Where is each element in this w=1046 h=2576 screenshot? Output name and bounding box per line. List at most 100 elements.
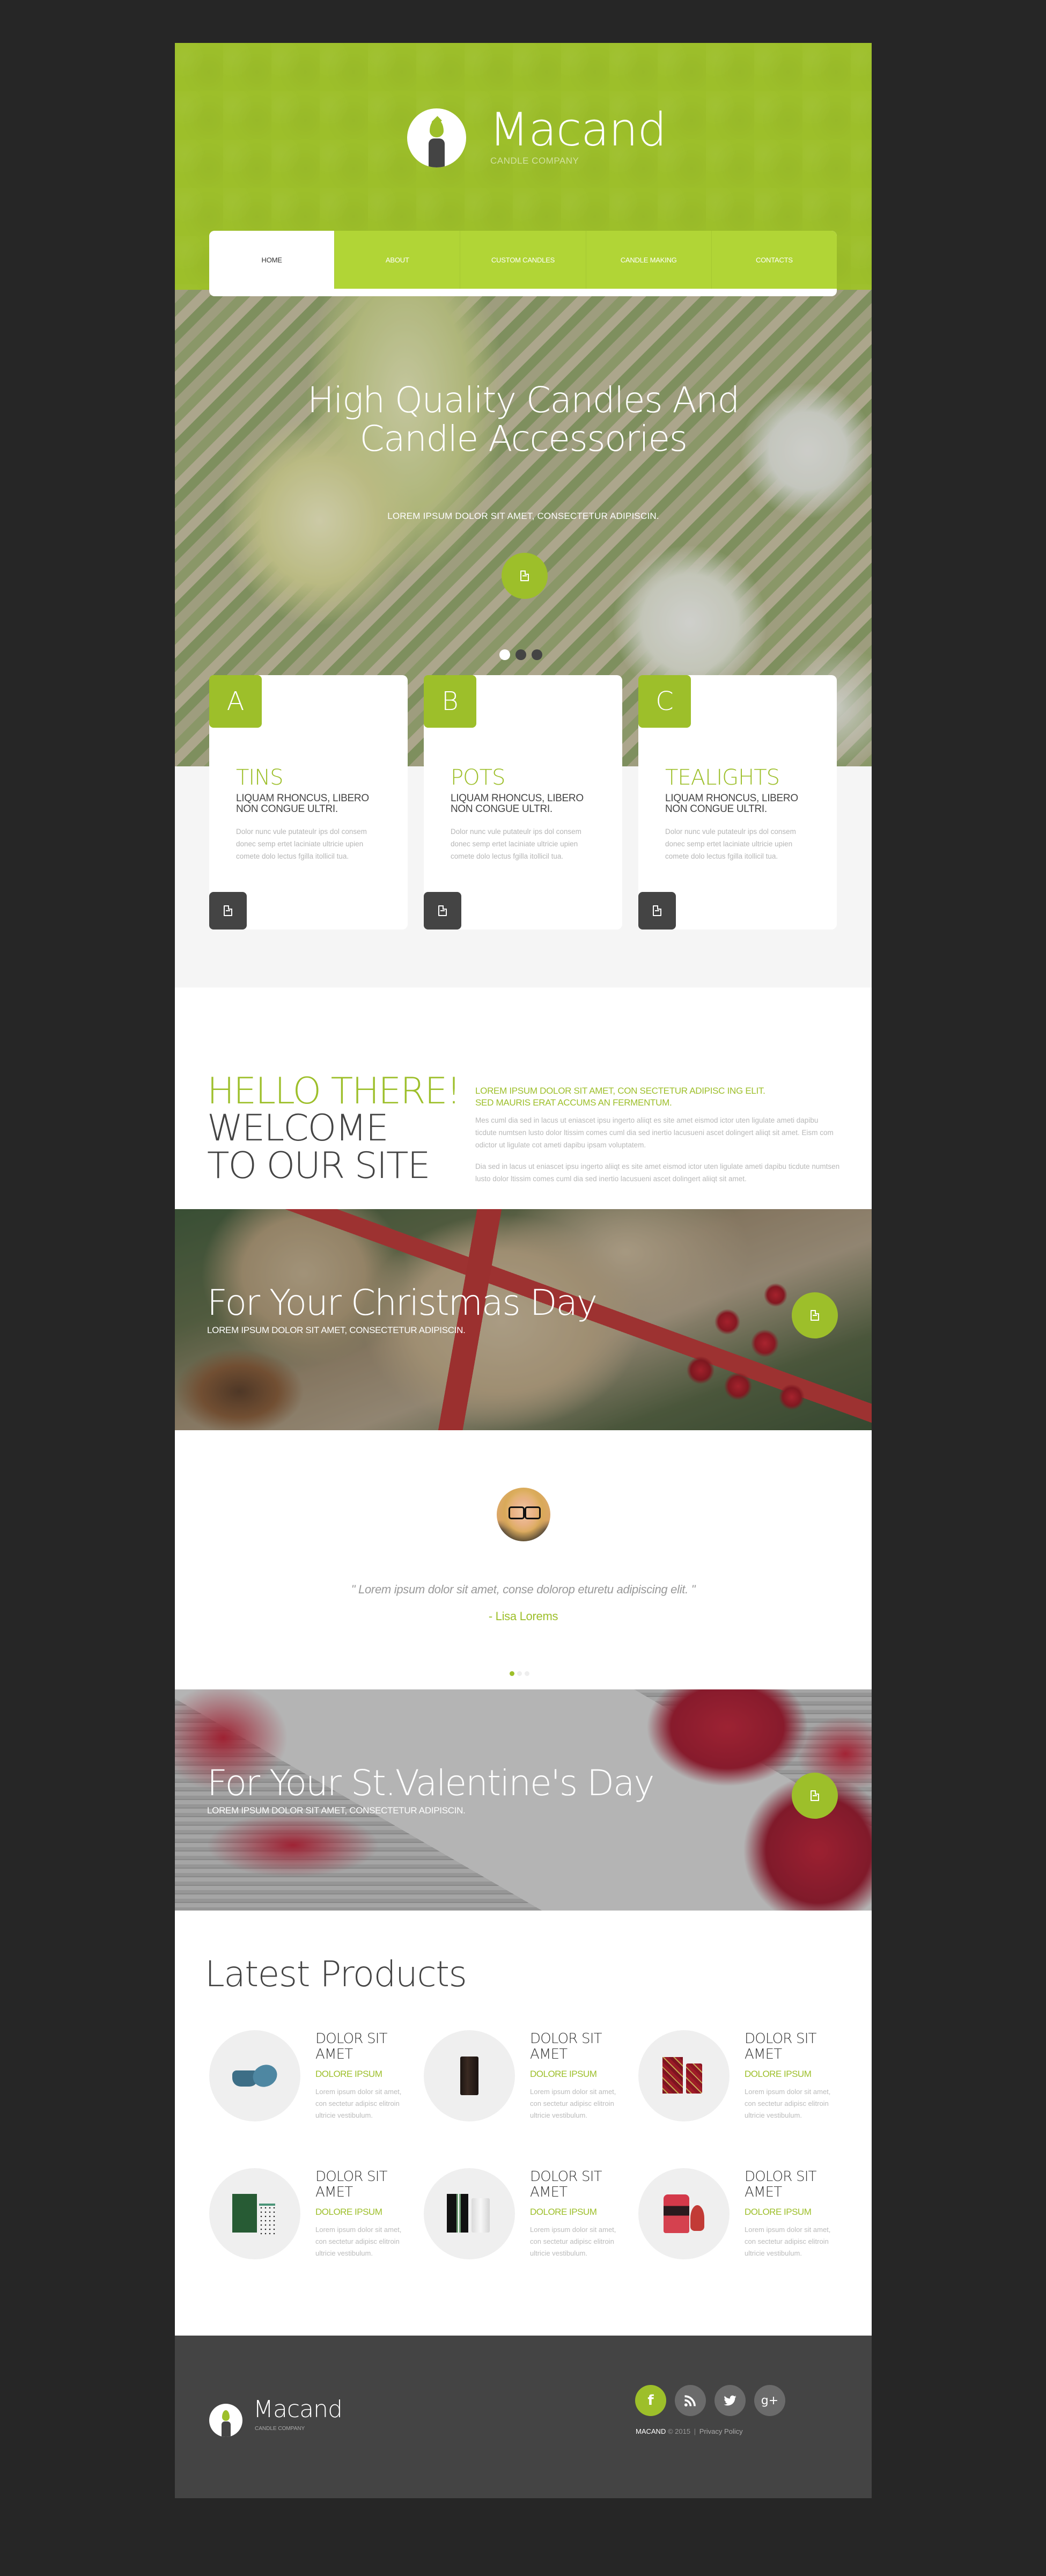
welcome-heading: WELCOME TO OUR SITE bbox=[207, 1110, 465, 1185]
card-letter-badge: A bbox=[209, 675, 262, 728]
welcome-section: HELLO THERE! WELCOME TO OUR SITE LOREM I… bbox=[175, 987, 872, 1209]
site-footer: Macand CANDLE COMPANY f g+ MACAND © 2015… bbox=[175, 2336, 872, 2498]
testimonial-dot-1[interactable] bbox=[510, 1671, 514, 1676]
product-name[interactable]: DOLOR SIT AMET bbox=[530, 2031, 621, 2062]
card-subtitle: LIQUAM RHONCUS, LIBERO NON CONGUE ULTRI. bbox=[451, 793, 584, 815]
google-plus-icon: g+ bbox=[761, 2394, 779, 2407]
product-item: DOLOR SIT AMET DOLORE IPSUM Lorem ipsum … bbox=[424, 2030, 633, 2138]
brand-name: Macand bbox=[489, 103, 667, 157]
product-description: Lorem ipsum dolor sit amet, con sectetur… bbox=[530, 2088, 616, 2119]
welcome-heading-line3: TO OUR SITE bbox=[207, 1145, 431, 1187]
testimonial-quote: " Lorem ipsum dolor sit amet, conse dolo… bbox=[351, 1583, 696, 1596]
green-box-candle-image bbox=[232, 2194, 277, 2235]
welcome-paragraph-1: Mes cuml dia sed in lacus ut eniascet ip… bbox=[475, 1116, 834, 1149]
card-subtitle: LIQUAM RHONCUS, LIBERO NON CONGUE ULTRI. bbox=[665, 793, 798, 815]
hero-title: High Quality Candles And Candle Accessor… bbox=[175, 381, 872, 458]
feature-card-tins: A TINS LIQUAM RHONCUS, LIBERO NON CONGUE… bbox=[209, 675, 408, 930]
document-icon bbox=[520, 570, 529, 581]
welcome-heading-accent: HELLO THERE! bbox=[207, 1070, 461, 1113]
hero-title-line2: Candle Accessories bbox=[359, 418, 688, 459]
product-image[interactable] bbox=[424, 2030, 515, 2121]
slider-dot-3[interactable] bbox=[532, 649, 542, 660]
hero-title-line1: High Quality Candles And bbox=[307, 379, 740, 421]
card-letter-badge: C bbox=[638, 675, 691, 728]
candle-shape bbox=[222, 2421, 231, 2437]
slider-dot-2[interactable] bbox=[515, 649, 526, 660]
card-more-button[interactable] bbox=[638, 892, 676, 930]
product-category: DOLORE IPSUM bbox=[745, 2207, 812, 2217]
logo[interactable]: Macand CANDLE COMPANY bbox=[407, 103, 697, 172]
card-title: TEALIGHTS bbox=[665, 765, 780, 790]
product-category: DOLORE IPSUM bbox=[530, 2069, 597, 2079]
blue-tin-candle-image bbox=[232, 2065, 277, 2087]
testimonial-dot-2[interactable] bbox=[517, 1671, 522, 1676]
facebook-button[interactable]: f bbox=[635, 2385, 666, 2416]
brand-tagline: CANDLE COMPANY bbox=[490, 156, 579, 166]
card-title: TINS bbox=[236, 765, 284, 790]
product-description: Lorem ipsum dolor sit amet, con sectetur… bbox=[530, 2226, 616, 2257]
flame-shape bbox=[430, 119, 444, 137]
product-image[interactable] bbox=[209, 2168, 300, 2259]
document-icon bbox=[653, 905, 661, 916]
nav-item-about[interactable]: ABOUT bbox=[334, 231, 460, 289]
product-name[interactable]: DOLOR SIT AMET bbox=[530, 2169, 621, 2200]
nav-item-contacts[interactable]: CONTACTS bbox=[711, 231, 837, 289]
product-name[interactable]: DOLOR SIT AMET bbox=[745, 2031, 836, 2062]
product-image[interactable] bbox=[209, 2030, 300, 2121]
welcome-paragraph-2: Dia sed in lacus ut eniascet ipsu ingert… bbox=[475, 1162, 840, 1183]
nest-candle-image bbox=[447, 2194, 492, 2234]
candle-shape bbox=[429, 138, 445, 167]
latest-products-section: Latest Products DOLOR SIT AMET DOLORE IP… bbox=[175, 1911, 872, 2336]
christmas-banner: For Your Christmas Day LOREM IPSUM DOLOR… bbox=[175, 1209, 872, 1430]
feature-card-tealights: C TEALIGHTS LIQUAM RHONCUS, LIBERO NON C… bbox=[638, 675, 837, 930]
product-item: DOLOR SIT AMET DOLORE IPSUM Lorem ipsum … bbox=[638, 2030, 848, 2138]
slider-dot-1[interactable] bbox=[499, 649, 510, 660]
nav-item-candle-making[interactable]: CANDLE MAKING bbox=[585, 231, 711, 289]
black-jar-candle-image bbox=[460, 2057, 478, 2095]
card-more-button[interactable] bbox=[424, 892, 461, 930]
banner-more-button[interactable] bbox=[792, 1773, 838, 1819]
twitter-button[interactable] bbox=[714, 2385, 746, 2416]
candle-icon[interactable] bbox=[209, 2404, 242, 2437]
product-image[interactable] bbox=[424, 2168, 515, 2259]
document-icon bbox=[438, 905, 447, 916]
testimonial-author: - Lisa Lorems bbox=[488, 1609, 558, 1623]
product-name[interactable]: DOLOR SIT AMET bbox=[315, 2169, 407, 2200]
footer-brand-name[interactable]: Macand bbox=[253, 2396, 343, 2423]
product-description: Lorem ipsum dolor sit amet, con sectetur… bbox=[745, 2226, 831, 2257]
product-item: DOLOR SIT AMET DOLORE IPSUM Lorem ipsum … bbox=[638, 2168, 848, 2275]
product-name[interactable]: DOLOR SIT AMET bbox=[745, 2169, 836, 2200]
google-plus-button[interactable]: g+ bbox=[754, 2385, 785, 2416]
product-image[interactable] bbox=[638, 2030, 730, 2121]
hero-more-button[interactable] bbox=[502, 553, 548, 599]
card-text: Dolor nunc vule putateulr ips dol consem… bbox=[236, 828, 367, 860]
product-name[interactable]: DOLOR SIT AMET bbox=[315, 2031, 407, 2062]
rss-button[interactable] bbox=[675, 2385, 706, 2416]
valentine-banner: For Your St.Valentine's Day LOREM IPSUM … bbox=[175, 1689, 872, 1911]
rss-icon bbox=[684, 2395, 696, 2407]
nav-item-home[interactable]: HOME bbox=[209, 231, 335, 289]
welcome-lead-line2: SED MAURIS ERAT ACCUMS AN FERMENTUM. bbox=[475, 1097, 672, 1108]
document-icon bbox=[224, 905, 232, 916]
testimonial-dot-3[interactable] bbox=[525, 1671, 529, 1676]
card-more-button[interactable] bbox=[209, 892, 247, 930]
candle-icon bbox=[407, 108, 466, 167]
banner-more-button[interactable] bbox=[792, 1292, 838, 1338]
card-text: Dolor nunc vule putateulr ips dol consem… bbox=[451, 828, 581, 860]
privacy-policy-link[interactable]: Privacy Policy bbox=[699, 2427, 743, 2435]
product-image[interactable] bbox=[638, 2168, 730, 2259]
copyright-brand: MACAND bbox=[636, 2427, 666, 2435]
document-icon bbox=[811, 1310, 819, 1321]
nav-item-custom-candles[interactable]: CUSTOM CANDLES bbox=[460, 231, 585, 289]
product-item: DOLOR SIT AMET DOLORE IPSUM Lorem ipsum … bbox=[209, 2168, 418, 2275]
hero-subtitle: LOREM IPSUM DOLOR SIT AMET, CONSECTETUR … bbox=[387, 511, 659, 521]
card-title: POTS bbox=[451, 765, 505, 790]
welcome-heading-line2: WELCOME bbox=[207, 1107, 389, 1150]
banner-subtitle: LOREM IPSUM DOLOR SIT AMET, CONSECTETUR … bbox=[207, 1325, 466, 1335]
page: Macand CANDLE COMPANY HOME ABOUT CUSTOM … bbox=[175, 43, 872, 2498]
facebook-icon: f bbox=[647, 2392, 654, 2409]
card-letter-badge: B bbox=[424, 675, 476, 728]
welcome-lead: LOREM IPSUM DOLOR SIT AMET, CON SECTETUR… bbox=[475, 1085, 840, 1109]
testimonial-avatar bbox=[497, 1488, 550, 1541]
site-header: Macand CANDLE COMPANY HOME ABOUT CUSTOM … bbox=[175, 43, 872, 296]
